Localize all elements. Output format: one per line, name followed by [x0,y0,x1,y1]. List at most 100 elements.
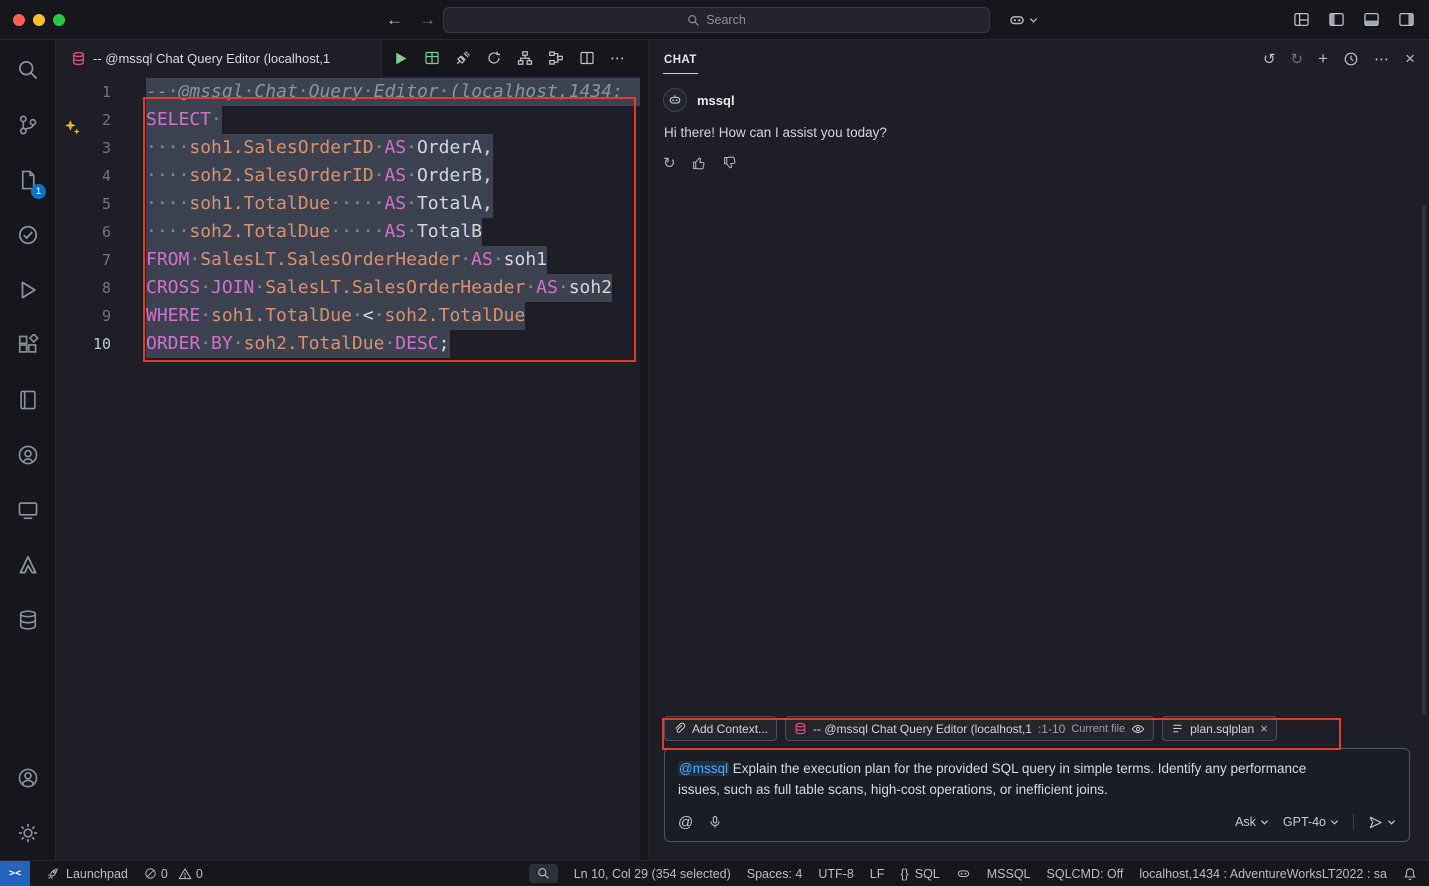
copilot-menu-button[interactable] [1008,9,1038,31]
thumbs-down-icon[interactable] [722,155,738,171]
chat-scrollbar[interactable] [1422,205,1426,715]
code-editor[interactable]: 1--·@mssql·Chat·Query·Editor·(localhost,… [57,76,640,358]
add-context-button[interactable]: Add Context... [664,716,777,741]
run-query-button[interactable] [392,50,409,67]
code-line[interactable]: 10ORDER·BY·soh2.TotalDue·DESC; [57,330,640,358]
sidebar-item-notebooks[interactable] [0,372,55,427]
azure-icon [17,554,39,576]
send-button[interactable] [1368,815,1396,830]
sidebar-item-extensions[interactable] [0,317,55,372]
sidebar-item-run-debug[interactable] [0,262,55,317]
code-line[interactable]: 7FROM·SalesLT.SalesOrderHeader·AS·soh1 [57,246,640,274]
chat-input-box[interactable]: @mssql Explain the execution plan for th… [664,748,1410,842]
code-line[interactable]: 5····soh1.TotalDue·····AS·TotalA, [57,190,640,218]
chat-more-button[interactable]: ⋯ [1374,50,1390,68]
eol-status[interactable]: LF [870,867,885,881]
code-line[interactable]: 1--·@mssql·Chat·Query·Editor·(localhost,… [57,78,640,106]
file-icon [1171,722,1184,735]
code-line[interactable]: 2SELECT· [57,106,640,134]
sidebar-item-azure[interactable] [0,537,55,592]
code-line[interactable]: 8CROSS·JOIN·SalesLT.SalesOrderHeader·AS·… [57,274,640,302]
chat-prompt-text[interactable]: @mssql Explain the execution plan for th… [678,758,1326,800]
customize-layout-icon[interactable] [1293,11,1310,28]
problems-status-item[interactable]: 0 0 [144,867,203,881]
mode-label: Ask [1235,815,1256,829]
chevron-down-icon [1387,818,1396,827]
mssql-status[interactable]: MSSQL [987,867,1031,881]
sidebar-item-mssql[interactable] [0,592,55,647]
warnings-count: 0 [196,867,203,881]
disconnect-button[interactable] [455,50,471,66]
status-bar-right: Ln 10, Col 29 (354 selected) Spaces: 4 U… [529,864,1429,883]
line-number: 4 [57,162,111,190]
command-center-search[interactable]: Search [443,7,990,33]
settings-button[interactable] [0,805,55,860]
results-grid-icon[interactable] [424,50,440,66]
toggle-panel-icon[interactable] [1363,11,1380,28]
accounts-button[interactable] [0,750,55,805]
editor-chat-splitter[interactable] [640,40,648,860]
copilot-status-item[interactable] [956,866,971,881]
launchpad-status-item[interactable]: Launchpad [46,867,128,881]
indentation-status[interactable]: Spaces: 4 [747,867,803,881]
toggle-primary-sidebar-icon[interactable] [1328,11,1345,28]
new-chat-button[interactable]: + [1318,49,1328,69]
code-line[interactable]: 3····soh1.SalesOrderID·AS·OrderA, [57,134,640,162]
testing-icon [17,224,39,246]
estimated-plan-button[interactable] [517,50,533,66]
chat-redo-button[interactable]: ↻ [1291,50,1304,68]
sidebar-item-github[interactable] [0,427,55,482]
regenerate-icon[interactable]: ↻ [663,154,676,172]
change-connection-button[interactable] [486,50,502,66]
layout-controls [1293,11,1415,28]
mode-selector[interactable]: Ask [1235,815,1269,829]
selected-code-text: ····soh2.SalesOrderID·AS·OrderB, [146,162,493,190]
toggle-secondary-sidebar-icon[interactable] [1398,11,1415,28]
remote-indicator[interactable]: >< [0,861,30,886]
language-mode-status[interactable]: {} SQL [900,867,939,881]
encoding-status[interactable]: UTF-8 [818,867,853,881]
chat-header: CHAT ↺ ↻ + ⋯ × [649,40,1429,78]
split-editor-button[interactable] [579,50,595,66]
thumbs-up-icon[interactable] [691,155,707,171]
query-plan-button[interactable] [548,50,564,66]
sidebar-item-explorer[interactable]: 1 [0,152,55,207]
code-line[interactable]: 9WHERE·soh1.TotalDue·<·soh2.TotalDue [57,302,640,330]
context-chip-plan-file[interactable]: plan.sqlplan × [1162,716,1277,741]
window-zoom-button[interactable] [53,14,65,26]
book-icon [17,389,39,411]
sidebar-item-remote-explorer[interactable] [0,482,55,537]
mic-button[interactable] [708,815,722,829]
code-line[interactable]: 6····soh2.TotalDue·····AS·TotalB [57,218,640,246]
paperclip-icon [673,722,686,735]
line-number: 6 [57,218,111,246]
notifications-bell-icon[interactable] [1403,867,1417,881]
context-chip-current-file[interactable]: -- @mssql Chat Query Editor (localhost,1… [785,716,1154,741]
remove-context-icon[interactable]: × [1260,721,1268,736]
chat-close-button[interactable]: × [1405,49,1415,69]
code-line[interactable]: 4 ····soh2.SalesOrderID·AS·OrderB, [57,162,640,190]
mention-button[interactable]: @ [678,814,693,831]
sidebar-item-testing[interactable] [0,207,55,262]
zoom-status-item[interactable] [529,864,558,883]
chat-message-text: Hi there! How can I assist you today? [649,112,1429,140]
sidebar-item-source-control[interactable] [0,97,55,152]
cursor-position-status[interactable]: Ln 10, Col 29 (354 selected) [574,867,731,881]
sqlcmd-status[interactable]: SQLCMD: Off [1047,867,1124,881]
chat-sender-name: mssql [697,93,735,108]
forward-icon[interactable]: → [419,10,436,30]
window-close-button[interactable] [13,14,25,26]
chat-undo-button[interactable]: ↺ [1263,50,1276,68]
editor-tab[interactable]: -- @mssql Chat Query Editor (localhost,1 [57,40,382,76]
copilot-sparkle-icon[interactable] [64,119,81,136]
back-icon[interactable]: ← [386,10,403,30]
context-eye-icon[interactable] [1131,722,1145,736]
launchpad-label: Launchpad [66,867,128,881]
model-selector[interactable]: GPT-4o [1283,815,1339,829]
chat-history-button[interactable] [1343,51,1359,67]
editor-more-actions-button[interactable]: ⋯ [610,49,626,67]
sidebar-item-search[interactable] [0,42,55,97]
window-minimize-button[interactable] [33,14,45,26]
selected-code-text: SELECT· [146,106,222,134]
connection-status[interactable]: localhost,1434 : AdventureWorksLT2022 : … [1139,867,1387,881]
